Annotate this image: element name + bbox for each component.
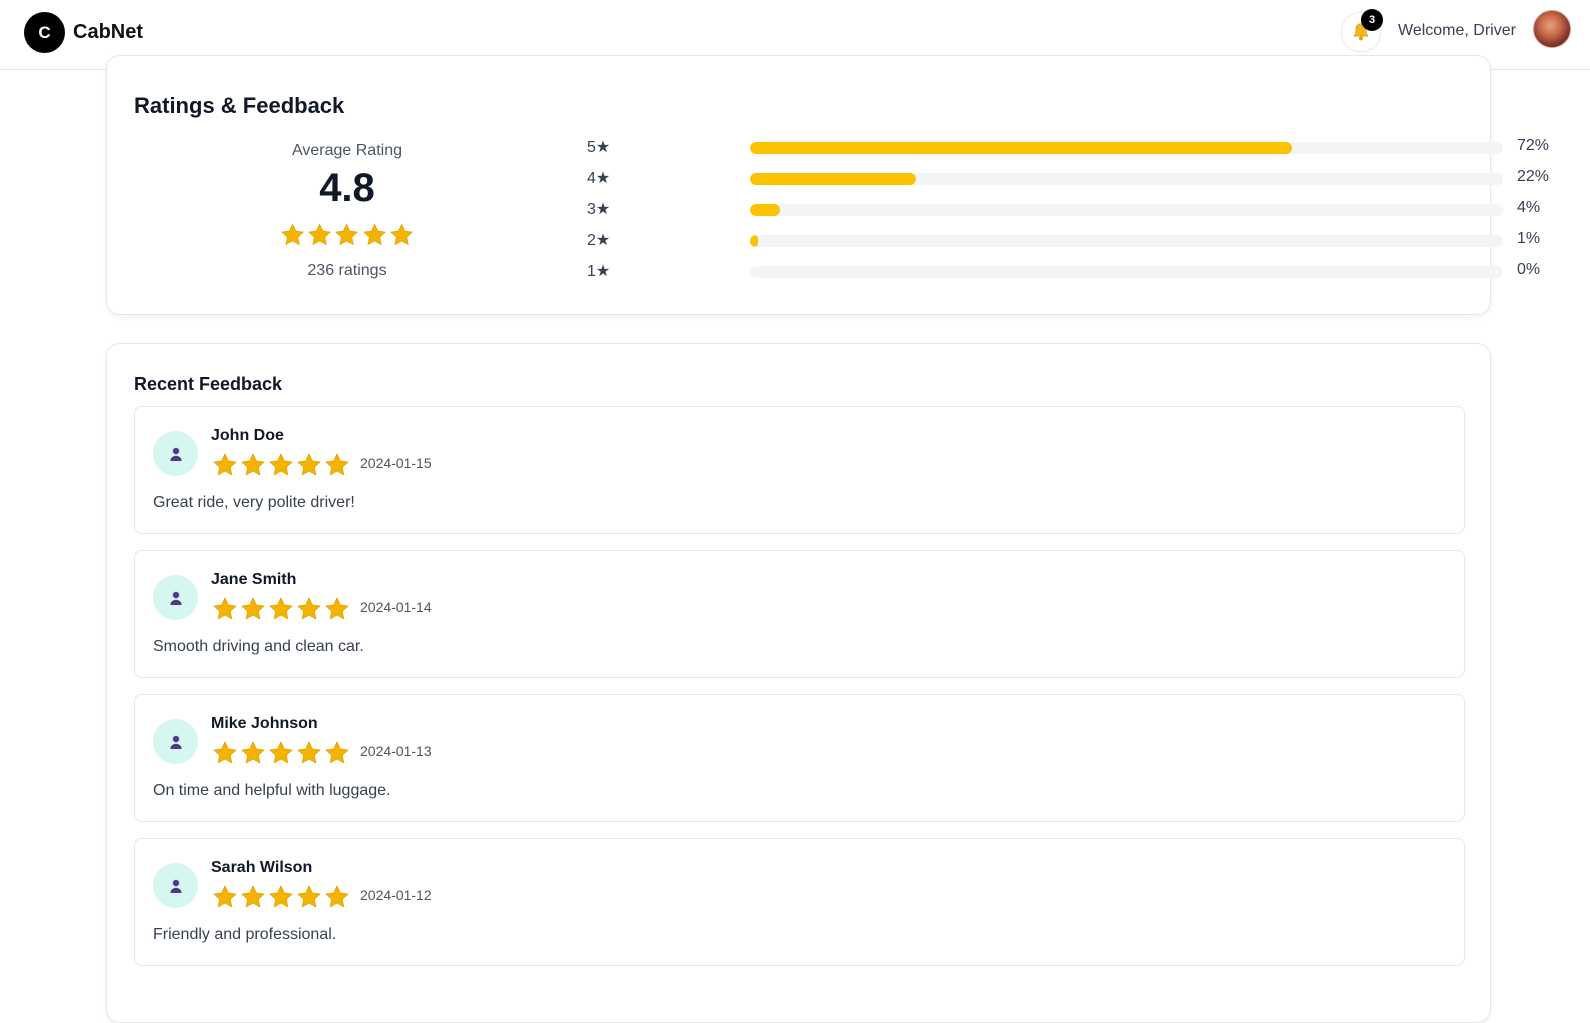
rating-bar-track [750, 142, 1503, 154]
rating-bar-track [750, 204, 1503, 216]
star-icon [325, 453, 349, 476]
star-icon [281, 223, 304, 245]
rating-percent: 22% [1517, 168, 1550, 185]
star-icon [390, 223, 413, 245]
rating-percent: 72% [1517, 137, 1550, 154]
review-date: 2024-01-14 [360, 599, 432, 615]
profile-avatar[interactable] [1533, 10, 1571, 48]
reviewer-avatar [153, 863, 198, 908]
rating-distribution-row: 5★ 72% [587, 137, 1549, 159]
rating-star-label: 5★ [587, 139, 611, 156]
star-icon [335, 223, 359, 245]
rating-bar-fill [750, 142, 1293, 154]
star-icon [213, 453, 237, 476]
rating-percent: 1% [1517, 230, 1541, 247]
ratings-summary-card: Ratings & Feedback Average Rating 4.8 23… [106, 55, 1549, 315]
review-stars [211, 883, 351, 911]
average-rating-value: 4.8 [319, 166, 375, 210]
brand-name[interactable]: CabNet [73, 21, 143, 44]
star-icon [297, 741, 321, 764]
star-icon [213, 885, 237, 908]
rating-distribution-row: 2★ 1% [587, 230, 1540, 252]
rating-star-label: 1★ [587, 263, 611, 280]
review-comment: Friendly and professional. [153, 926, 337, 943]
rating-bar-fill [750, 204, 781, 216]
star-icon [241, 885, 265, 908]
review-date: 2024-01-13 [360, 743, 432, 759]
reviewer-name: John Doe [211, 427, 284, 444]
star-icon [241, 741, 265, 764]
rating-distribution-row: 1★ 0% [587, 261, 1540, 283]
reviewer-avatar [153, 431, 198, 476]
rating-distribution-row: 3★ 4% [587, 199, 1540, 221]
star-icon [297, 597, 321, 620]
rating-star-label: 3★ [587, 201, 611, 218]
user-icon [170, 447, 181, 461]
review-date: 2024-01-12 [360, 887, 432, 903]
rating-distribution-row: 4★ 22% [587, 168, 1549, 190]
review-comment: Smooth driving and clean car. [153, 638, 364, 655]
review-comment: Great ride, very polite driver! [153, 494, 355, 511]
user-icon [170, 735, 181, 749]
ratings-title: Ratings & Feedback [134, 93, 345, 118]
feedback-item: Mike Johnson 2024-01-13 On time and helpfu… [134, 694, 1465, 822]
reviewer-avatar [153, 719, 198, 764]
review-stars [211, 451, 351, 479]
star-icon [325, 597, 349, 620]
welcome-text: Welcome, Driver [1398, 22, 1516, 39]
rating-bar-track [750, 235, 1503, 247]
review-date: 2024-01-15 [360, 455, 432, 471]
star-icon [297, 885, 321, 908]
rating-bar-fill [750, 235, 759, 247]
rating-bar-fill [750, 173, 916, 185]
feedback-item: Jane Smith 2024-01-14 Smooth driving and c… [134, 550, 1465, 678]
star-icon [363, 223, 386, 245]
rating-percent: 4% [1517, 199, 1541, 216]
logo-icon[interactable]: C [24, 12, 65, 53]
star-icon [241, 597, 265, 620]
star-icon [213, 597, 237, 620]
reviewer-avatar [153, 575, 198, 620]
rating-bar-track [750, 266, 1503, 278]
star-icon [269, 597, 293, 620]
user-icon [170, 879, 181, 893]
average-rating-label: Average Rating [292, 142, 402, 159]
rating-percent: 0% [1517, 261, 1541, 278]
rating-bar-track [750, 173, 1503, 185]
feedback-item: Sarah Wilson 2024-01-12 Friendly and profe… [134, 838, 1465, 966]
reviewer-name: Jane Smith [211, 571, 297, 588]
star-icon [308, 223, 331, 245]
review-stars [211, 595, 351, 623]
average-rating-stars [279, 221, 415, 249]
star-icon [269, 453, 293, 476]
review-stars [211, 739, 351, 767]
recent-feedback-card: Recent Feedback John Doe 2024-01-15 Great … [106, 343, 1491, 1023]
star-icon [269, 885, 293, 908]
star-icon [297, 453, 321, 476]
user-icon [170, 591, 181, 605]
rating-star-label: 4★ [587, 170, 611, 187]
star-icon [241, 453, 265, 476]
review-comment: On time and helpful with luggage. [153, 782, 391, 799]
feedback-item: John Doe 2024-01-15 Great ride, very polit… [134, 406, 1465, 534]
reviewer-name: Sarah Wilson [211, 859, 313, 876]
rating-star-label: 2★ [587, 232, 611, 249]
star-icon [213, 741, 237, 764]
star-icon [325, 741, 349, 764]
star-icon [269, 741, 293, 764]
ratings-count: 236 ratings [307, 262, 387, 279]
reviewer-name: Mike Johnson [211, 715, 318, 732]
star-icon [325, 885, 349, 908]
notification-count-badge: 3 [1361, 9, 1383, 31]
recent-feedback-title: Recent Feedback [134, 374, 283, 394]
